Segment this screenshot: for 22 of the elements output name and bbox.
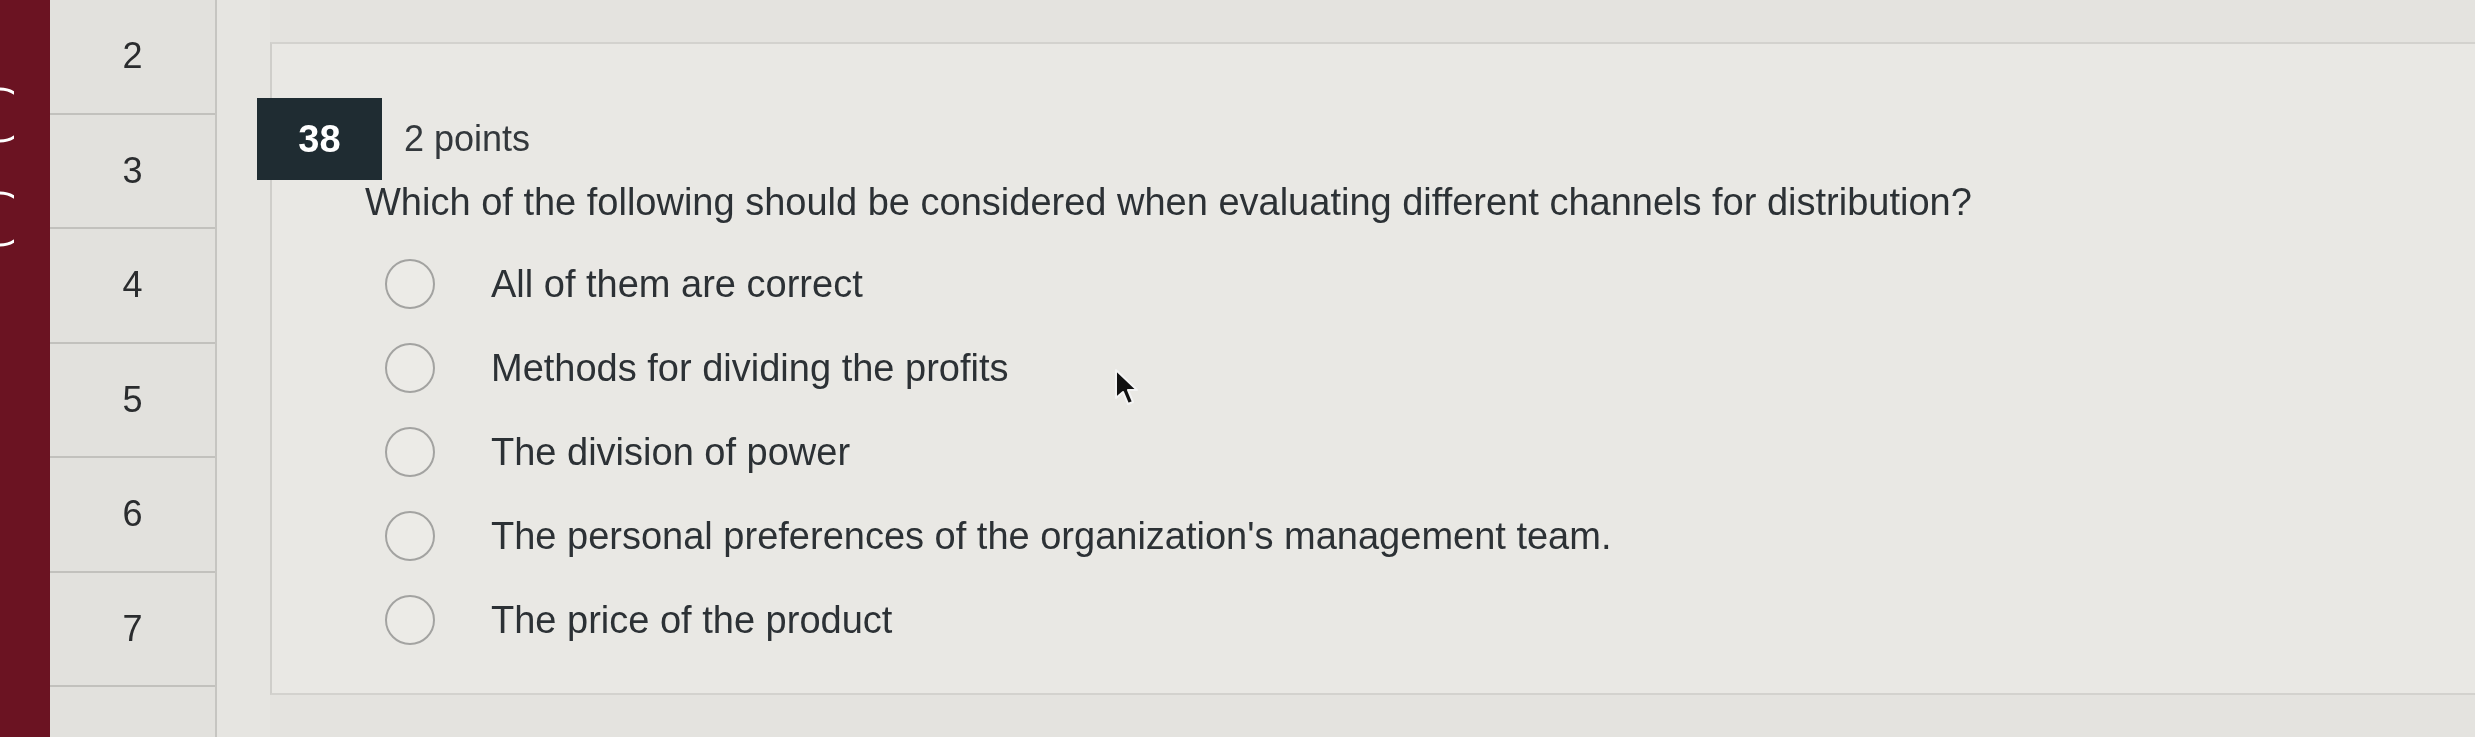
- ring-icon: [0, 87, 14, 143]
- question-nav-item[interactable]: 4: [50, 229, 215, 344]
- question-text: Which of the following should be considered when evaluating different channels for distribution?: [365, 180, 1973, 224]
- radio-button[interactable]: [385, 427, 435, 477]
- option-label: Methods for dividing the profits: [491, 346, 1009, 390]
- option-label: The division of power: [491, 430, 851, 474]
- ring-icon: [0, 191, 14, 247]
- option-label: The personal preferences of the organization's management team.: [491, 514, 1612, 558]
- question-nav-item[interactable]: 3: [50, 114, 215, 229]
- cursor-icon: [1114, 368, 1140, 408]
- radio-button[interactable]: [385, 343, 435, 393]
- question-number: 38: [257, 98, 382, 180]
- radio-button[interactable]: [385, 511, 435, 561]
- question-nav-item[interactable]: 5: [50, 343, 215, 458]
- question-nav-item[interactable]: 7: [50, 572, 215, 687]
- option-label: The price of the product: [491, 598, 893, 642]
- points-label: 2 points: [404, 118, 531, 160]
- radio-button[interactable]: [385, 595, 435, 645]
- question-nav-item[interactable]: 6: [50, 458, 215, 573]
- option-label: All of them are correct: [491, 262, 863, 306]
- radio-button[interactable]: [385, 259, 435, 309]
- question-nav-item[interactable]: 2: [50, 0, 215, 115]
